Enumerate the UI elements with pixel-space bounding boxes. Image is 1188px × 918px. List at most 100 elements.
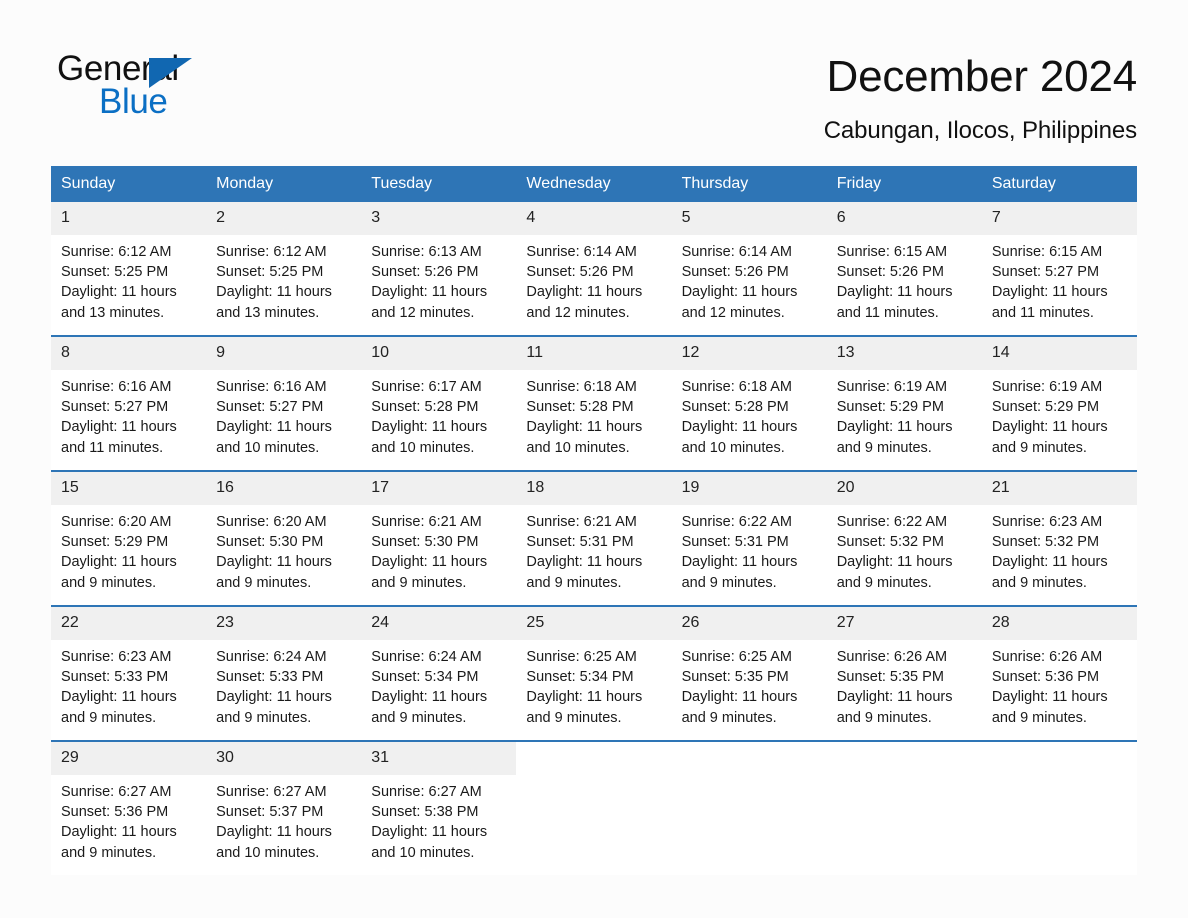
day-number: 30 xyxy=(206,742,362,775)
day-number: 15 xyxy=(51,472,207,505)
daylight-text: Daylight: 11 hours and 13 minutes. xyxy=(61,284,177,321)
sunrise-text: Sunrise: 6:24 AM xyxy=(216,649,327,665)
day-number: 26 xyxy=(671,607,827,640)
calendar-day-cell[interactable]: 8 Sunrise: 6:16 AM Sunset: 5:27 PM Daylight… xyxy=(51,335,207,471)
calendar-day-cell[interactable]: 27 Sunrise: 6:26 AM Sunset: 5:35 PM Dayligh… xyxy=(826,605,982,741)
calendar-day-cell[interactable]: 17 Sunrise: 6:21 AM Sunset: 5:30 PM Dayligh… xyxy=(361,470,517,606)
daylight-text: Daylight: 11 hours and 12 minutes. xyxy=(371,284,488,321)
calendar-day-cell[interactable]: 9 Sunrise: 6:16 AM Sunset: 5:27 PM Daylight… xyxy=(206,335,362,471)
weekday-header-monday: Monday xyxy=(206,166,362,202)
generalblue-logo[interactable]: General Blue xyxy=(57,48,257,124)
day-number: 9 xyxy=(206,337,362,370)
calendar-week-row: 1 Sunrise: 6:12 AM Sunset: 5:25 PM Daylight… xyxy=(51,202,1137,336)
calendar-day-cell[interactable]: 19 Sunrise: 6:22 AM Sunset: 5:31 PM Dayligh… xyxy=(671,470,827,606)
day-details: Sunrise: 6:23 AM Sunset: 5:33 PM Daylight:… xyxy=(51,640,206,728)
sunset-text: Sunset: 5:37 PM xyxy=(216,804,324,821)
calendar-day-cell[interactable]: 2 Sunrise: 6:12 AM Sunset: 5:25 PM Daylight… xyxy=(206,202,362,336)
day-details: Sunrise: 6:16 AM Sunset: 5:27 PM Daylight:… xyxy=(51,370,206,458)
sunset-text: Sunset: 5:28 PM xyxy=(371,399,479,416)
day-details: Sunrise: 6:25 AM Sunset: 5:35 PM Daylight:… xyxy=(672,640,827,728)
sunrise-sunset-calendar: Sunday Monday Tuesday Wednesday Thursday… xyxy=(51,166,1137,875)
weekday-header-sunday: Sunday xyxy=(51,166,207,202)
day-details: Sunrise: 6:27 AM Sunset: 5:37 PM Daylight:… xyxy=(206,775,361,863)
day-cell-content: 17 Sunrise: 6:21 AM Sunset: 5:30 PM Dayligh… xyxy=(361,472,517,605)
calendar-day-cell[interactable]: 13 Sunrise: 6:19 AM Sunset: 5:29 PM Dayligh… xyxy=(826,335,982,471)
sunset-text: Sunset: 5:27 PM xyxy=(991,264,1100,281)
calendar-day-cell[interactable]: 16 Sunrise: 6:20 AM Sunset: 5:30 PM Dayligh… xyxy=(206,470,362,606)
sunrise-text: Sunrise: 6:15 AM xyxy=(836,244,948,260)
sunset-text: Sunset: 5:29 PM xyxy=(836,399,944,416)
daylight-text: Daylight: 11 hours and 9 minutes. xyxy=(991,419,1108,456)
sunrise-text: Sunrise: 6:14 AM xyxy=(526,244,637,260)
weekday-header-wednesday: Wednesday xyxy=(516,166,672,202)
day-number: 31 xyxy=(361,742,517,775)
calendar-day-cell[interactable]: 31 Sunrise: 6:27 AM Sunset: 5:38 PM Dayligh… xyxy=(361,740,517,875)
calendar-day-cell[interactable]: 20 Sunrise: 6:22 AM Sunset: 5:32 PM Dayligh… xyxy=(826,470,982,606)
calendar-day-cell[interactable]: 24 Sunrise: 6:24 AM Sunset: 5:34 PM Dayligh… xyxy=(361,605,517,741)
calendar-day-cell[interactable]: 18 Sunrise: 6:21 AM Sunset: 5:31 PM Dayligh… xyxy=(516,470,672,606)
calendar-day-cell[interactable]: 30 Sunrise: 6:27 AM Sunset: 5:37 PM Dayligh… xyxy=(206,740,362,875)
weekday-header-saturday: Saturday xyxy=(981,166,1137,202)
day-cell-content: 24 Sunrise: 6:24 AM Sunset: 5:34 PM Dayligh… xyxy=(361,607,517,740)
sunset-text: Sunset: 5:32 PM xyxy=(991,534,1100,551)
calendar-day-cell[interactable]: 12 Sunrise: 6:18 AM Sunset: 5:28 PM Dayligh… xyxy=(671,335,827,471)
sunset-text: Sunset: 5:28 PM xyxy=(526,399,634,416)
day-cell-content: 16 Sunrise: 6:20 AM Sunset: 5:30 PM Dayligh… xyxy=(206,472,362,605)
day-number: 16 xyxy=(206,472,362,505)
calendar-day-cell[interactable] xyxy=(981,740,1137,875)
calendar-day-cell[interactable] xyxy=(671,740,827,875)
sunrise-text: Sunrise: 6:24 AM xyxy=(371,649,482,665)
calendar-day-cell[interactable]: 22 Sunrise: 6:23 AM Sunset: 5:33 PM Dayligh… xyxy=(51,605,207,741)
day-number: 5 xyxy=(671,202,827,235)
day-details: Sunrise: 6:20 AM Sunset: 5:30 PM Daylight:… xyxy=(206,505,361,593)
calendar-day-cell[interactable]: 15 Sunrise: 6:20 AM Sunset: 5:29 PM Dayligh… xyxy=(51,470,207,606)
sunset-text: Sunset: 5:36 PM xyxy=(61,804,169,821)
calendar-body: 1 Sunrise: 6:12 AM Sunset: 5:25 PM Daylight… xyxy=(51,202,1137,875)
calendar-day-cell[interactable]: 4 Sunrise: 6:14 AM Sunset: 5:26 PM Daylight… xyxy=(516,202,672,336)
daylight-text: Daylight: 11 hours and 9 minutes. xyxy=(836,419,953,456)
sunset-text: Sunset: 5:34 PM xyxy=(526,669,634,686)
day-details: Sunrise: 6:14 AM Sunset: 5:26 PM Daylight:… xyxy=(516,235,671,323)
day-number: 13 xyxy=(826,337,982,370)
day-number: 1 xyxy=(51,202,207,235)
calendar-day-cell[interactable]: 3 Sunrise: 6:13 AM Sunset: 5:26 PM Daylight… xyxy=(361,202,517,336)
sunrise-text: Sunrise: 6:25 AM xyxy=(681,649,792,665)
calendar-day-cell[interactable]: 26 Sunrise: 6:25 AM Sunset: 5:35 PM Dayligh… xyxy=(671,605,827,741)
calendar-day-cell[interactable]: 7 Sunrise: 6:15 AM Sunset: 5:27 PM Daylight… xyxy=(981,202,1137,336)
day-cell-content: 4 Sunrise: 6:14 AM Sunset: 5:26 PM Daylight… xyxy=(516,202,672,335)
day-cell-content: 22 Sunrise: 6:23 AM Sunset: 5:33 PM Dayligh… xyxy=(51,607,207,740)
calendar-day-cell[interactable]: 29 Sunrise: 6:27 AM Sunset: 5:36 PM Dayligh… xyxy=(51,740,207,875)
calendar-day-cell[interactable] xyxy=(516,740,672,875)
calendar-day-cell[interactable]: 21 Sunrise: 6:23 AM Sunset: 5:32 PM Dayligh… xyxy=(981,470,1137,606)
calendar-day-cell[interactable]: 10 Sunrise: 6:17 AM Sunset: 5:28 PM Dayligh… xyxy=(361,335,517,471)
calendar-day-cell[interactable]: 25 Sunrise: 6:25 AM Sunset: 5:34 PM Dayligh… xyxy=(516,605,672,741)
title-block: December 2024 Cabungan, Ilocos, Philippi… xyxy=(824,48,1138,148)
day-number: 23 xyxy=(206,607,362,640)
day-cell-content: 12 Sunrise: 6:18 AM Sunset: 5:28 PM Dayligh… xyxy=(671,337,827,470)
sunrise-text: Sunrise: 6:20 AM xyxy=(61,514,172,530)
day-cell-content: 18 Sunrise: 6:21 AM Sunset: 5:31 PM Dayligh… xyxy=(516,472,672,605)
day-number: 12 xyxy=(671,337,827,370)
daylight-text: Daylight: 11 hours and 10 minutes. xyxy=(216,824,332,861)
day-number: 20 xyxy=(826,472,982,505)
calendar-week-row: 29 Sunrise: 6:27 AM Sunset: 5:36 PM Dayligh… xyxy=(51,740,1137,875)
calendar-day-cell[interactable]: 11 Sunrise: 6:18 AM Sunset: 5:28 PM Dayligh… xyxy=(516,335,672,471)
day-cell-content: 25 Sunrise: 6:25 AM Sunset: 5:34 PM Dayligh… xyxy=(516,607,672,740)
sunrise-text: Sunrise: 6:16 AM xyxy=(216,379,327,395)
calendar-day-cell[interactable]: 1 Sunrise: 6:12 AM Sunset: 5:25 PM Daylight… xyxy=(51,202,207,336)
day-number: 10 xyxy=(361,337,517,370)
calendar-day-cell[interactable] xyxy=(826,740,982,875)
calendar-day-cell[interactable]: 5 Sunrise: 6:14 AM Sunset: 5:26 PM Daylight… xyxy=(671,202,827,336)
calendar-day-cell[interactable]: 6 Sunrise: 6:15 AM Sunset: 5:26 PM Daylight… xyxy=(826,202,982,336)
day-details: Sunrise: 6:22 AM Sunset: 5:31 PM Daylight:… xyxy=(672,505,827,593)
day-details: Sunrise: 6:15 AM Sunset: 5:26 PM Daylight:… xyxy=(827,235,982,323)
day-cell-content: 14 Sunrise: 6:19 AM Sunset: 5:29 PM Dayligh… xyxy=(981,337,1137,470)
calendar-day-cell[interactable]: 28 Sunrise: 6:26 AM Sunset: 5:36 PM Dayligh… xyxy=(981,605,1137,741)
day-number: 8 xyxy=(51,337,207,370)
weekday-header-tuesday: Tuesday xyxy=(361,166,517,202)
day-details: Sunrise: 6:26 AM Sunset: 5:35 PM Daylight:… xyxy=(827,640,982,728)
calendar-day-cell[interactable]: 14 Sunrise: 6:19 AM Sunset: 5:29 PM Dayligh… xyxy=(981,335,1137,471)
sunrise-text: Sunrise: 6:16 AM xyxy=(61,379,172,395)
sunrise-text: Sunrise: 6:26 AM xyxy=(991,649,1103,665)
calendar-day-cell[interactable]: 23 Sunrise: 6:24 AM Sunset: 5:33 PM Dayligh… xyxy=(206,605,362,741)
